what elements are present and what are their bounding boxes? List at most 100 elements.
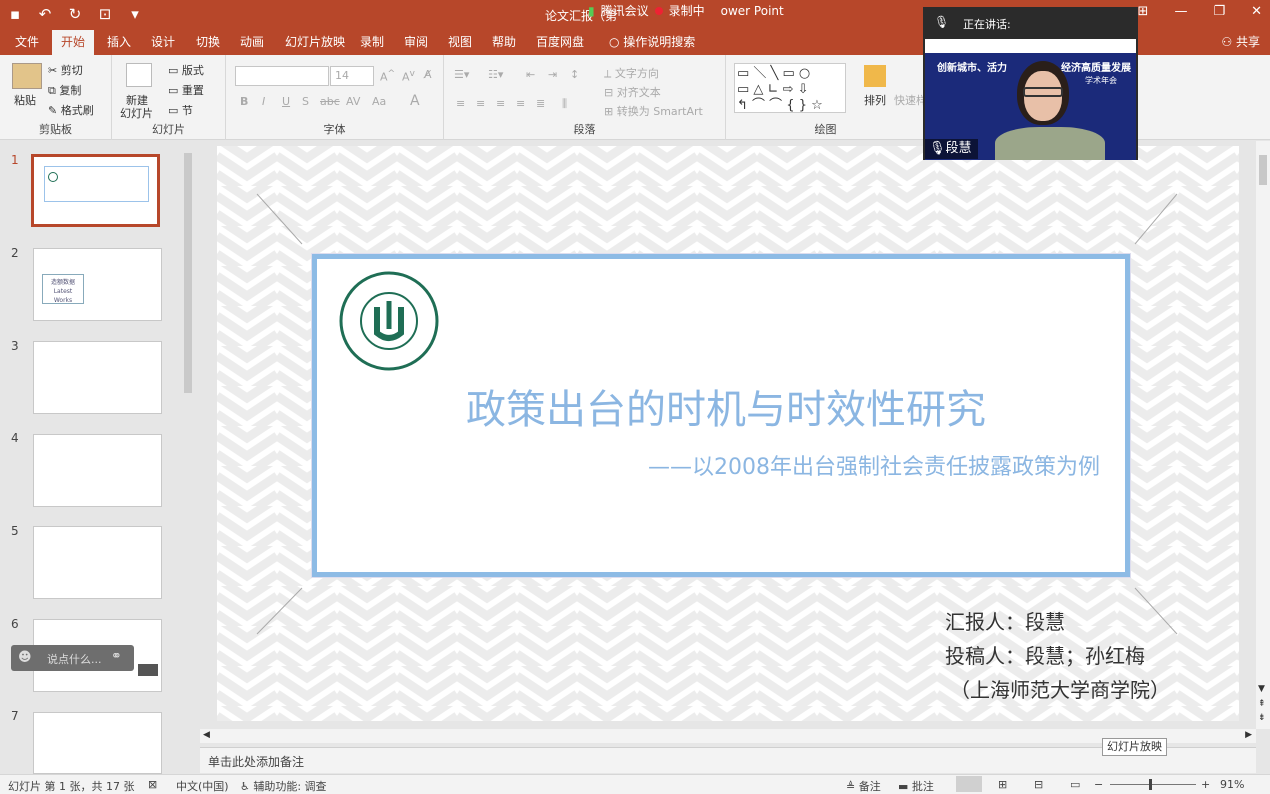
scroll-down-icon[interactable]: ▼	[1258, 684, 1265, 694]
next-slide-icon[interactable]: ⇟	[1258, 713, 1266, 723]
zoom-in-icon[interactable]: +	[1201, 778, 1210, 791]
tab-design[interactable]: 设计	[142, 30, 184, 55]
font-name-combo[interactable]	[235, 66, 329, 86]
scroll-right-icon[interactable]: ▶	[1245, 730, 1252, 740]
customize-qat-icon[interactable]: ▾	[126, 5, 144, 23]
speaker-video-window[interactable]: 🎙 正在讲话: 创新城市、活力 经济高质量发展 学术年会 🎙段慧	[923, 7, 1138, 160]
tab-file[interactable]: 文件	[6, 30, 48, 55]
cut-button[interactable]: ✂ 剪切	[48, 62, 83, 78]
notes-pane[interactable]: 单击此处添加备注	[200, 747, 1256, 773]
contributors-line[interactable]: 投稿人：段慧；孙红梅	[945, 640, 1145, 669]
meeting-chat-bar[interactable]: ☻ 说点什么... ⚭	[11, 645, 134, 671]
strikethrough-button[interactable]: abc	[320, 95, 340, 108]
slide-sorter-icon[interactable]: ⊞	[998, 778, 1007, 791]
spellcheck-icon[interactable]: ⊠	[148, 778, 157, 791]
text-direction-button[interactable]: ⟂ 文字方向	[604, 65, 659, 81]
institution-line[interactable]: （上海师范大学商学院）	[950, 674, 1170, 703]
tab-record[interactable]: 录制	[351, 30, 393, 55]
meeting-label[interactable]: 腾讯会议	[601, 2, 649, 19]
tab-help[interactable]: 帮助	[483, 30, 525, 55]
new-slide-button-line2[interactable]: 幻灯片	[120, 105, 153, 121]
presentation-icon[interactable]: ⊡	[96, 5, 114, 23]
thumbnail-slide-7[interactable]	[33, 712, 162, 774]
layout-button[interactable]: ▭ 版式	[168, 62, 204, 78]
comments-toggle[interactable]: ▬ 批注	[898, 778, 934, 794]
grow-font-icon[interactable]: A^	[380, 68, 395, 84]
redo-icon[interactable]: ↻	[66, 5, 84, 23]
bold-button[interactable]: B	[240, 95, 248, 108]
shapes-gallery[interactable]: ▭ ＼ ╲ ▭ ○ ▭ △ ∟ ⇨ ⇩ ↰ ⌒ ⌒ { } ☆	[734, 63, 846, 113]
arrange-icon[interactable]	[864, 65, 886, 87]
tab-insert[interactable]: 插入	[98, 30, 140, 55]
shadow-button[interactable]: S	[302, 95, 309, 108]
slideshow-icon[interactable]: ▭	[1070, 778, 1080, 791]
tab-review[interactable]: 审阅	[395, 30, 437, 55]
tab-animations[interactable]: 动画	[231, 30, 273, 55]
tab-slideshow[interactable]: 幻灯片放映	[276, 30, 354, 55]
align-center-icon[interactable]: ≡	[476, 97, 485, 110]
char-spacing-icon[interactable]: AV	[346, 95, 360, 108]
chat-toggle[interactable]	[138, 664, 158, 676]
thumbnail-slide-3[interactable]	[33, 341, 162, 414]
undo-icon[interactable]: ↶	[36, 5, 54, 23]
reading-view-icon[interactable]: ⊟	[1034, 778, 1043, 791]
paste-icon[interactable]	[12, 63, 42, 89]
scroll-thumb[interactable]	[184, 153, 192, 393]
notes-toggle[interactable]: ≜ 备注	[846, 778, 881, 794]
thumbnail-slide-4[interactable]	[33, 434, 162, 507]
underline-button[interactable]: U	[282, 95, 290, 108]
section-button[interactable]: ▭ 节	[168, 102, 193, 118]
font-size-combo[interactable]: 14	[330, 66, 374, 86]
justify-icon[interactable]: ≡	[516, 97, 525, 110]
normal-view-icon[interactable]	[956, 776, 982, 792]
bullets-icon[interactable]: ☰▾	[454, 68, 469, 81]
distributed-icon[interactable]: ≣	[536, 97, 545, 110]
slide-title[interactable]: 政策出台的时机与时效性研究	[317, 377, 1135, 435]
shrink-font-icon[interactable]: Av	[402, 68, 415, 84]
language-indicator[interactable]: 中文(中国)	[176, 778, 229, 794]
restore-icon[interactable]: ❐	[1213, 4, 1225, 19]
thumbnail-scrollbar[interactable]	[182, 143, 194, 773]
zoom-slider-handle[interactable]	[1149, 779, 1152, 790]
smartart-button[interactable]: ⊞ 转换为 SmartArt	[604, 103, 703, 119]
increase-indent-icon[interactable]: ⇥	[548, 68, 557, 81]
accessibility-status[interactable]: ♿ 辅助功能: 调查	[240, 778, 327, 794]
tab-view[interactable]: 视图	[439, 30, 481, 55]
ribbon-display-icon[interactable]: ⊞	[1138, 4, 1149, 19]
arrange-button[interactable]: 排列	[864, 92, 886, 108]
tab-transitions[interactable]: 切换	[187, 30, 229, 55]
change-case-button[interactable]: Aa	[372, 95, 386, 108]
line-spacing-icon[interactable]: ↕	[570, 68, 579, 81]
zoom-out-icon[interactable]: −	[1094, 778, 1103, 791]
copy-button[interactable]: ⧉ 复制	[48, 82, 81, 98]
reporter-line[interactable]: 汇报人：段慧	[945, 606, 1065, 635]
align-left-icon[interactable]: ≡	[456, 97, 465, 110]
tab-tell-me[interactable]: ○ 操作说明搜索	[600, 30, 704, 55]
prev-slide-icon[interactable]: ⇞	[1258, 699, 1266, 709]
save-icon[interactable]: ▪	[6, 5, 24, 23]
close-icon[interactable]: ✕	[1251, 4, 1262, 19]
slide-subtitle[interactable]: ——以2008年出台强制社会责任披露政策为例	[648, 449, 1100, 481]
font-color-icon[interactable]: A	[410, 93, 420, 109]
zoom-level[interactable]: 91%	[1220, 778, 1244, 791]
italic-button[interactable]: I	[262, 95, 265, 108]
emoji-icon[interactable]: ☻	[18, 650, 32, 665]
editor-horizontal-scrollbar[interactable]: ◀ ▶	[200, 729, 1256, 743]
decrease-indent-icon[interactable]: ⇤	[526, 68, 535, 81]
notes-placeholder[interactable]: 单击此处添加备注	[208, 753, 304, 770]
paste-button[interactable]: 粘贴	[14, 92, 36, 108]
tab-baidu[interactable]: 百度网盘	[527, 30, 593, 55]
clear-format-icon[interactable]: A̸	[424, 68, 432, 81]
new-slide-icon[interactable]	[126, 63, 152, 87]
align-text-button[interactable]: ⊟ 对齐文本	[604, 84, 661, 100]
zoom-slider[interactable]	[1110, 784, 1196, 785]
thumbnail-slide-1[interactable]	[31, 154, 160, 227]
share-button[interactable]: ⚇ 共享	[1221, 30, 1260, 55]
thumbnail-slide-2[interactable]: 造额数据 Latest Works	[33, 248, 162, 321]
reset-button[interactable]: ▭ 重置	[168, 82, 204, 98]
columns-icon[interactable]: ⫼	[562, 97, 567, 111]
editor-vertical-scrollbar[interactable]: ▼ ⇞ ⇟	[1256, 141, 1270, 729]
minimize-icon[interactable]: —	[1174, 4, 1187, 19]
title-card[interactable]: 政策出台的时机与时效性研究 ——以2008年出台强制社会责任披露政策为例	[312, 254, 1130, 577]
tab-home[interactable]: 开始	[52, 30, 95, 55]
